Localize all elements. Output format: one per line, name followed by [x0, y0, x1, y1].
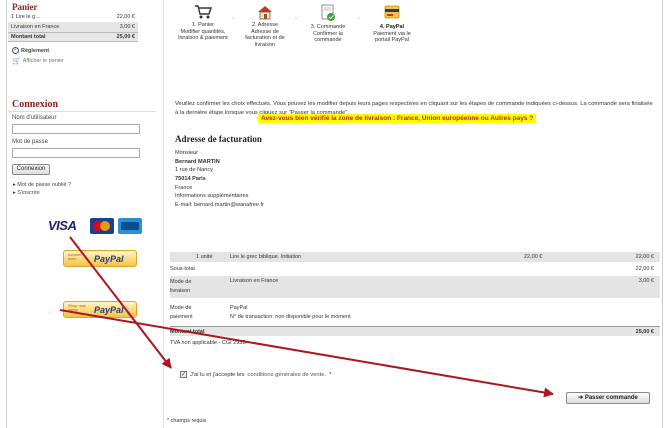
arrow-to-submit — [59, 309, 554, 398]
annotation-arrows — [59, 236, 554, 398]
arrow-to-checkbox — [69, 236, 172, 369]
